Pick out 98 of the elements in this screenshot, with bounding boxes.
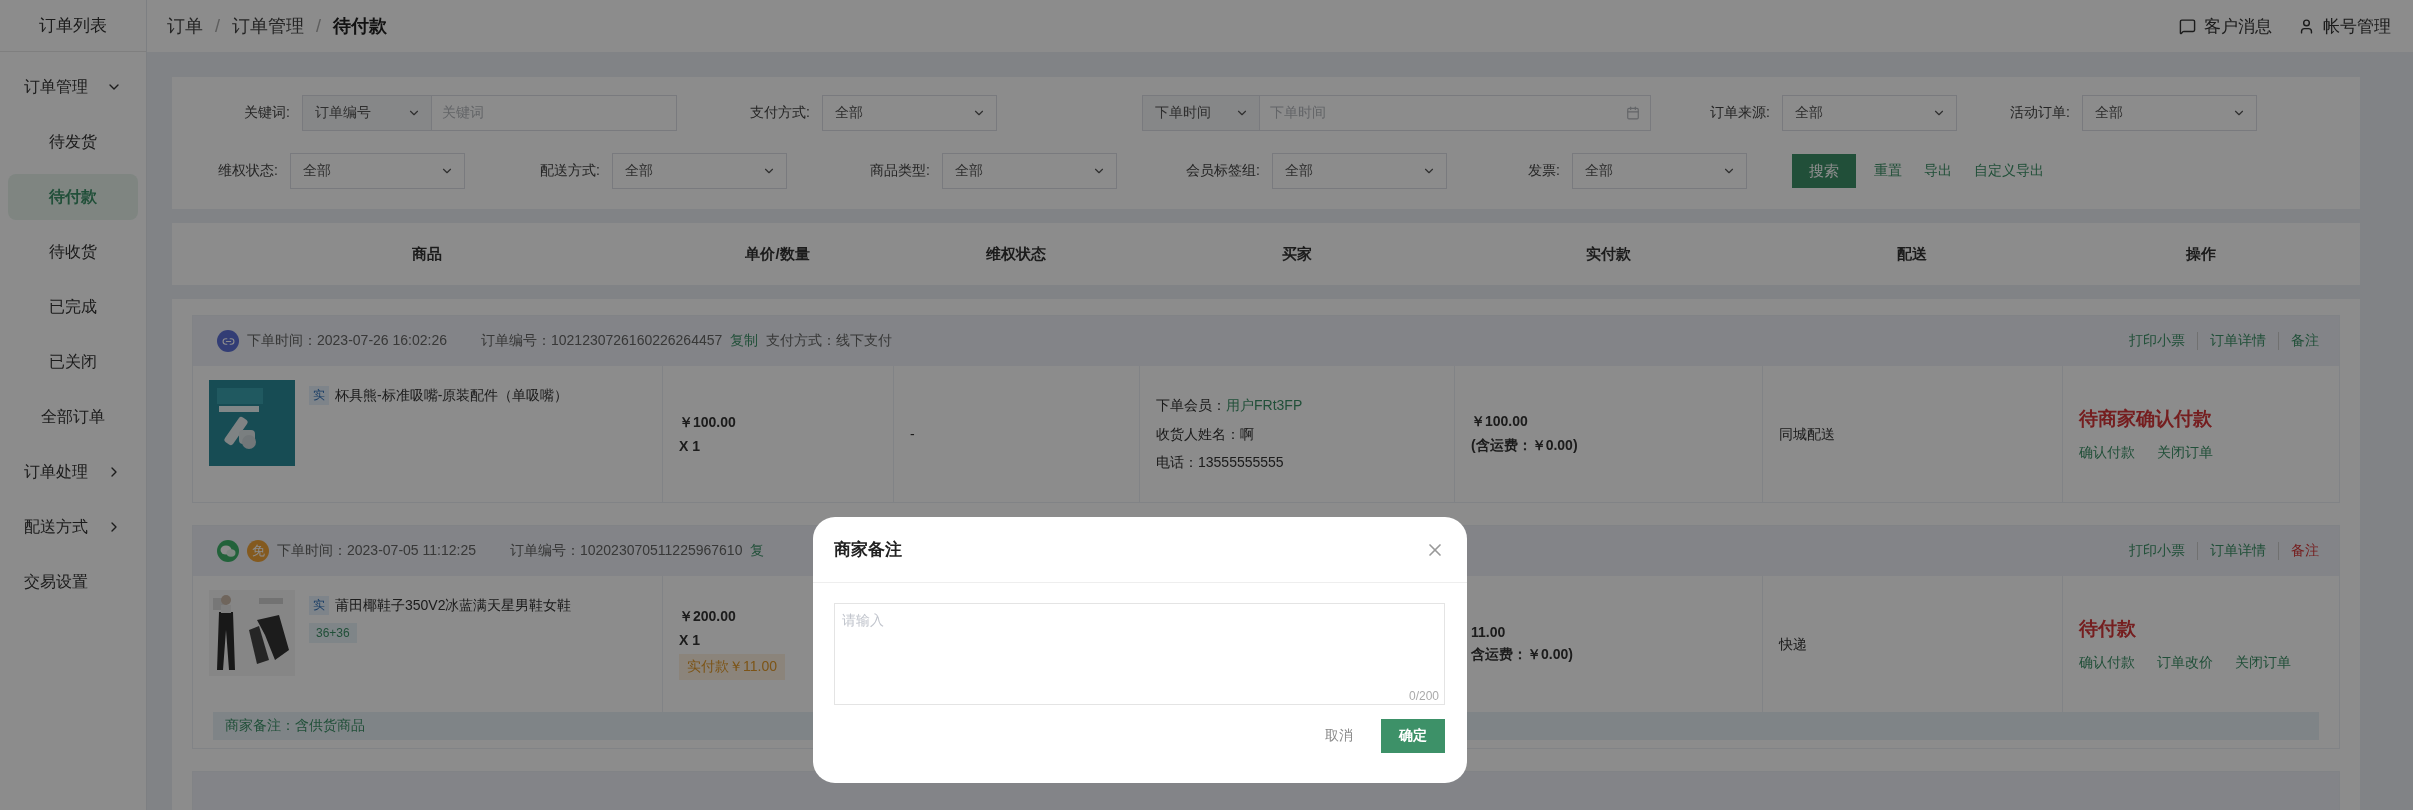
character-counter: 0/200 [1408,689,1439,703]
paid-amount: ￥100.00 [1471,413,1528,431]
product-type-tag: 实 [309,386,329,405]
order-action-link[interactable]: 订单详情 [2197,332,2278,350]
copy-link[interactable]: 复 [750,542,765,560]
dialog-title: 商家备注 [834,539,902,561]
select-field[interactable]: 全部 [612,153,787,189]
product-name: 莆田椰鞋子350V2冰蓝满天星男鞋女鞋 [335,596,572,615]
breadcrumb-item[interactable]: 订单 [167,14,203,38]
filter-label: 订单来源: [1709,104,1771,122]
breadcrumb-separator: / [215,15,220,37]
filter-label: 商品类型: [869,162,931,180]
select-field[interactable]: 全部 [942,153,1117,189]
unit-price: ￥200.00 [679,608,736,626]
shipping-fee: 含运费：￥0.00) [1471,646,1573,664]
status-action-link[interactable]: 确认付款 [2079,444,2135,462]
paid-amount: 11.00 [1471,624,1506,640]
copy-link[interactable]: 复制 [730,332,759,350]
spec-tag: 36+36 [309,623,357,643]
select-field[interactable]: 全部 [2082,95,2257,131]
sidebar-title: 订单列表 [0,0,146,52]
confirm-button[interactable]: 确定 [1381,719,1445,753]
sidebar-item[interactable]: 已关闭 [8,339,138,385]
sidebar-item[interactable]: 已完成 [8,284,138,330]
free-badge: 免 [247,540,269,562]
quantity: X 1 [679,438,700,454]
receiver-phone: 电话：13555555555 [1156,453,1284,473]
order-action-link[interactable]: 打印小票 [2117,542,2197,560]
order-status: 待商家确认付款 [2079,407,2212,431]
quantity: X 1 [679,632,700,648]
sidebar-group[interactable]: 订单处理 [8,449,138,495]
filter-label: 支付方式: [749,104,811,122]
action-link[interactable]: 导出 [1924,162,1952,180]
sidebar-item[interactable]: 待收货 [8,229,138,275]
select-field[interactable]: 全部 [1572,153,1747,189]
column-header: 单价/数量 [744,244,811,264]
filter-label: 关键词: [243,104,291,122]
delivery-method: 同城配送 [1779,424,1835,444]
column-header: 维权状态 [985,244,1047,264]
column-header: 买家 [1280,244,1313,264]
status-action-link[interactable]: 订单改价 [2157,654,2213,672]
filter-label: 维权状态: [217,162,279,180]
select-field[interactable]: 全部 [1272,153,1447,189]
sidebar-group[interactable]: 配送方式 [8,504,138,550]
order-number: 订单编号：102023070511225967610 [509,542,743,560]
order-number: 订单编号：1021230726160226264457 [481,332,723,350]
breadcrumb-item: 待付款 [333,15,388,38]
order-action-link[interactable]: 备注 [2278,542,2319,560]
breadcrumb-separator: / [316,15,322,37]
sidebar-item[interactable]: 待发货 [8,119,138,165]
chat-icon [2179,17,2196,35]
column-header: 商品 [411,244,443,264]
header-link[interactable]: 帐号管理 [2298,14,2391,38]
chat-bubbles-icon [217,540,239,562]
status-action-link[interactable]: 关闭订单 [2157,444,2213,462]
status-action-link[interactable]: 确认付款 [2079,654,2135,672]
product-type-tag: 实 [309,596,329,615]
sidebar-group[interactable]: 订单管理 [8,64,138,110]
user-icon [2298,17,2315,35]
filter-label: 发票: [1527,162,1561,180]
search-button[interactable]: 搜索 [1792,154,1856,188]
filter-label: 配送方式: [539,162,601,180]
select-field[interactable]: 全部 [1782,95,1957,131]
delivery-method: 快递 [1779,634,1807,654]
select-field[interactable]: 全部 [822,95,997,131]
product-name: 杯具熊-标准吸嘴-原装配件（单吸嘴） [335,386,569,405]
column-header: 配送 [1896,244,1928,264]
breadcrumb-item[interactable]: 订单管理 [232,14,304,38]
select-field[interactable]: 订单编号 [302,95,432,131]
link-icon [217,330,239,352]
calendar-icon [1626,106,1640,120]
order-action-link[interactable]: 备注 [2278,332,2319,350]
header-link[interactable]: 客户消息 [2179,14,2272,38]
action-link[interactable]: 重置 [1874,162,1902,180]
status-action-link[interactable]: 关闭订单 [2235,654,2291,672]
unit-price: ￥100.00 [679,414,736,432]
sidebar-item[interactable]: 待付款 [8,174,138,220]
shipping-fee: (含运费：￥0.00) [1471,437,1578,455]
after-sale-status: - [910,424,915,444]
order-action-link[interactable]: 订单详情 [2197,542,2278,560]
action-link[interactable]: 自定义导出 [1974,162,2044,180]
order-time: 下单时间：2023-07-26 16:02:26 [247,332,447,350]
member-link[interactable]: 用户FRt3FP [1226,397,1303,414]
sidebar-group[interactable]: 交易设置 [8,559,138,605]
column-header: 实付款 [1584,244,1632,264]
column-header: 操作 [2185,244,2217,264]
select-field[interactable]: 下单时间 [1142,95,1260,131]
receiver-name: 收货人姓名：啊 [1156,424,1254,444]
select-field[interactable]: 全部 [290,153,465,189]
order-action-link[interactable]: 打印小票 [2117,332,2197,350]
buyer-member: 下单会员：用户FRt3FP [1156,396,1303,416]
sidebar-item[interactable]: 全部订单 [8,394,138,440]
order-time: 下单时间：2023-07-05 11:12:25 [277,542,476,560]
payment-method: 支付方式：线下支付 [766,332,893,350]
filter-label: 会员标签组: [1185,162,1261,180]
paid-badge: 实付款￥11.00 [679,654,785,680]
filter-label: 活动订单: [2009,104,2071,122]
order-status: 待付款 [2079,617,2136,641]
